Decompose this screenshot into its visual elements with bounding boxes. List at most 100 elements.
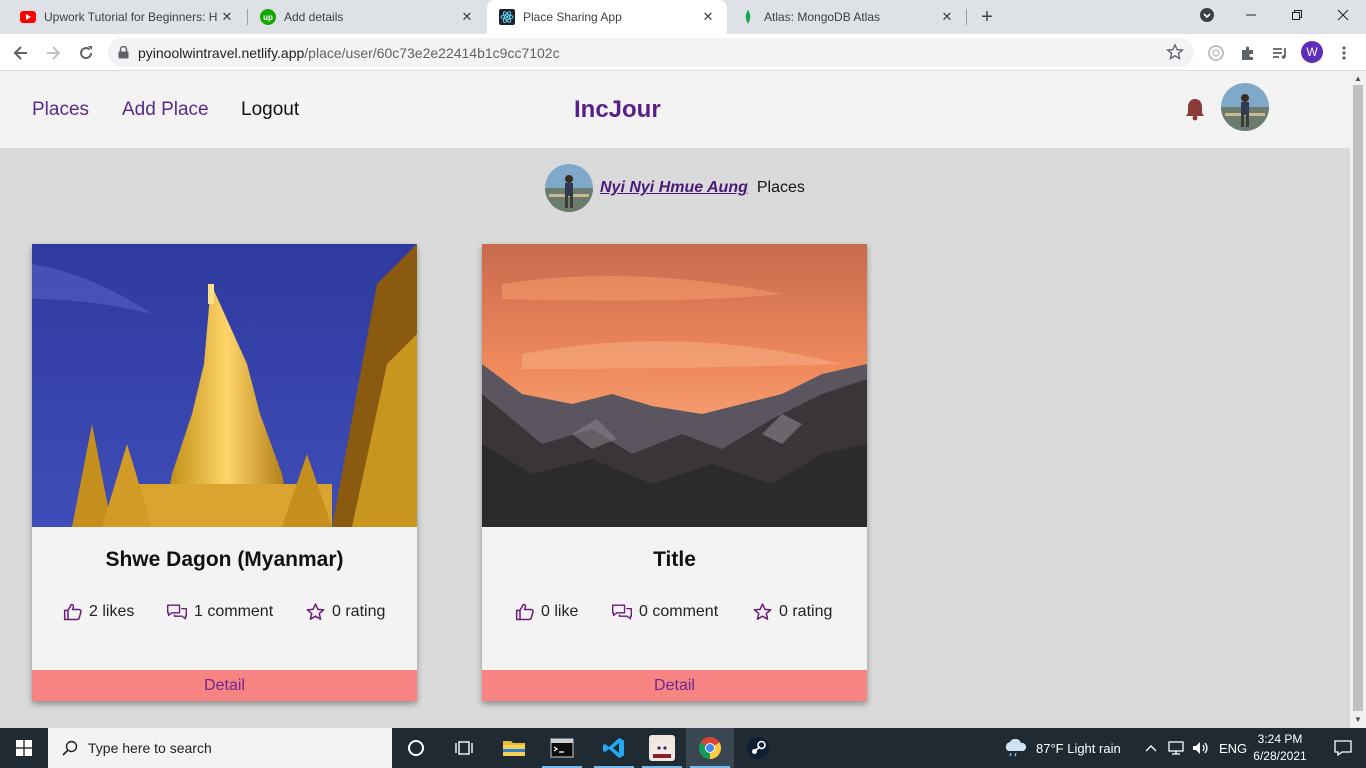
tab-divider [966, 9, 967, 25]
browser-menu-button[interactable] [1332, 41, 1356, 65]
close-window-button[interactable] [1320, 0, 1366, 30]
user-places-heading: Nyi Nyi Hmue Aung Places [545, 164, 805, 212]
tab-search-button[interactable] [1184, 0, 1230, 30]
comments-icon [612, 604, 632, 620]
chevron-down-circle-icon [1200, 8, 1214, 22]
rating-stat[interactable]: 0 rating [752, 602, 832, 622]
more-vertical-icon [1342, 46, 1346, 60]
taskbar-search-box[interactable]: Type here to search [48, 728, 392, 768]
comments-stat[interactable]: 0 comment [611, 602, 718, 622]
network-icon [1168, 741, 1184, 755]
likes-stat[interactable]: 0 like [515, 602, 578, 622]
forward-button[interactable] [40, 40, 66, 66]
minimize-button[interactable] [1228, 0, 1274, 30]
minimize-icon [1246, 14, 1256, 16]
user-name-link[interactable]: Nyi Nyi Hmue Aung [600, 179, 748, 197]
tab-title: Atlas: MongoDB Atlas [764, 10, 881, 24]
clock-date: 6/28/2021 [1253, 749, 1307, 763]
scroll-up-arrow-icon[interactable]: ▲ [1354, 74, 1362, 83]
close-tab-icon[interactable]: ✕ [458, 9, 476, 25]
url-host: pyinoolwintravel.netlify.app [138, 44, 305, 61]
page-viewport: Places Add Place Logout IncJour Nyi Nyi … [0, 71, 1350, 728]
user-avatar[interactable] [1221, 83, 1269, 131]
notification-center-button[interactable] [1320, 728, 1366, 768]
chrome-icon [699, 737, 721, 759]
likes-stat[interactable]: 2 likes [63, 602, 134, 622]
taskbar-clock[interactable]: 3:24 PM 6/28/2021 [1244, 731, 1316, 765]
show-hidden-icons-button[interactable] [1145, 728, 1157, 768]
restore-button[interactable] [1274, 0, 1320, 30]
chevron-up-icon [1145, 745, 1157, 752]
address-bar[interactable]: pyinoolwintravel.netlify.app/place/user/… [108, 38, 1194, 67]
place-image[interactable] [482, 244, 867, 527]
browser-tab-strip: Upwork Tutorial for Beginners: H ✕ up Ad… [0, 0, 1366, 34]
extensions-button[interactable] [1236, 41, 1260, 65]
reload-icon [80, 46, 93, 60]
terminal-icon [550, 738, 574, 758]
close-icon [1337, 9, 1349, 21]
back-button[interactable] [8, 40, 34, 66]
cortana-circle-icon [408, 740, 424, 756]
rating-stat[interactable]: 0 rating [305, 602, 385, 622]
place-card: Shwe Dagon (Myanmar) 2 likes 1 comment 0… [32, 244, 417, 701]
taskbar-file-explorer[interactable] [490, 728, 538, 768]
rating-value: 0 rating [779, 603, 833, 620]
lock-icon [108, 46, 138, 59]
nav-logout-link[interactable]: Logout [241, 99, 299, 121]
taskbar-vscode[interactable] [590, 728, 638, 768]
task-view-button[interactable] [440, 728, 488, 768]
taskbar-anime-app[interactable] [638, 728, 686, 768]
browser-tab-place-sharing[interactable]: Place Sharing App ✕ [487, 0, 727, 34]
vscode-icon [603, 738, 624, 758]
network-status-button[interactable] [1168, 728, 1186, 768]
profile-avatar-button[interactable]: W [1301, 41, 1323, 63]
taskbar-chrome[interactable] [686, 728, 734, 768]
weather-text: 87°F Light rain [1036, 740, 1121, 756]
browser-tab-upwork[interactable]: up Add details ✕ [248, 0, 486, 34]
anime-character-icon [649, 735, 675, 761]
reload-button[interactable] [73, 40, 99, 66]
app-header: Places Add Place Logout IncJour [0, 71, 1350, 148]
media-controls-button[interactable] [1268, 41, 1292, 65]
place-title: Title [653, 548, 696, 571]
volume-button[interactable] [1192, 728, 1210, 768]
place-image[interactable] [32, 244, 417, 527]
tab-title: Place Sharing App [523, 10, 622, 24]
place-title: Shwe Dagon (Myanmar) [105, 548, 344, 571]
playlist-icon [1273, 48, 1286, 59]
action-center-icon [1334, 740, 1352, 756]
tab-title: Upwork Tutorial for Beginners: H [44, 10, 218, 24]
comments-stat[interactable]: 1 comment [166, 602, 273, 622]
start-button[interactable] [0, 728, 48, 768]
bookmark-star-icon[interactable] [1165, 43, 1185, 64]
speaker-icon [1193, 742, 1208, 754]
nav-places-link[interactable]: Places [32, 99, 89, 121]
comments-icon [167, 604, 187, 620]
nav-add-place-link[interactable]: Add Place [122, 99, 209, 121]
weather-widget[interactable]: 87°F Light rain [1002, 728, 1121, 768]
scrollbar-thumb[interactable] [1353, 85, 1363, 711]
close-tab-icon[interactable]: ✕ [699, 9, 717, 25]
close-tab-icon[interactable]: ✕ [218, 9, 236, 25]
browser-tab-mongodb[interactable]: Atlas: MongoDB Atlas ✕ [728, 0, 966, 34]
detail-button[interactable]: Detail [482, 670, 867, 701]
taskbar-terminal[interactable] [538, 728, 586, 768]
rating-value: 0 rating [332, 603, 386, 620]
mongodb-leaf-icon [740, 9, 756, 25]
new-tab-button[interactable]: + [976, 6, 998, 28]
cortana-button[interactable] [392, 728, 440, 768]
react-icon [499, 9, 515, 25]
close-tab-icon[interactable]: ✕ [938, 9, 956, 25]
clock-time: 3:24 PM [1257, 732, 1303, 746]
notification-bell-icon[interactable] [1184, 97, 1206, 121]
brand-logo[interactable]: IncJour [574, 96, 661, 124]
extension-button[interactable] [1204, 41, 1228, 65]
page-scrollbar[interactable]: ▲ ▼ [1350, 71, 1366, 728]
taskbar-steam[interactable] [734, 728, 782, 768]
browser-tab-youtube[interactable]: Upwork Tutorial for Beginners: H ✕ [8, 0, 246, 34]
detail-button[interactable]: Detail [32, 670, 417, 701]
scroll-down-arrow-icon[interactable]: ▼ [1354, 715, 1362, 724]
language-indicator[interactable]: ENG [1219, 728, 1247, 768]
url-path: /place/user/60c73e2e22414b1c9cc7102c [304, 44, 560, 61]
tab-title: Add details [284, 10, 344, 24]
